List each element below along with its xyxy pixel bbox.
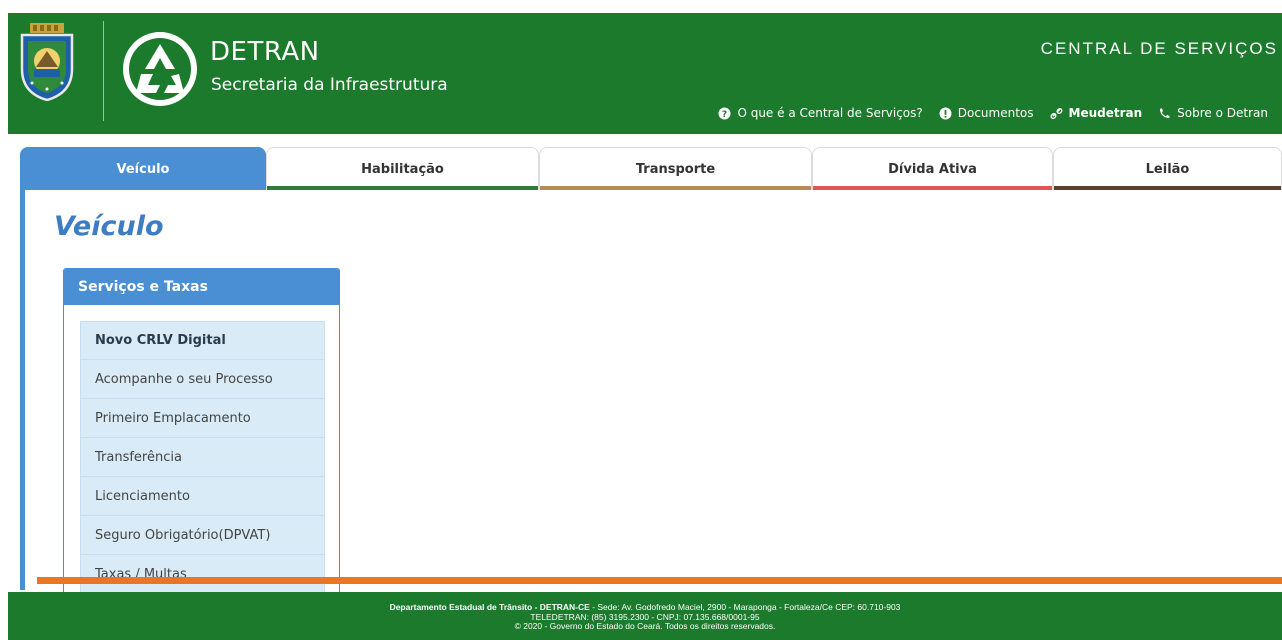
tab-accent-bar: [540, 186, 811, 190]
tab-habilitacao[interactable]: Habilitação: [266, 147, 539, 190]
tab-accent-bar: [1054, 186, 1281, 190]
nav-sobre-detran[interactable]: Sobre o Detran: [1158, 106, 1268, 120]
phone-icon: [1158, 107, 1171, 120]
link-icon: [1050, 107, 1063, 120]
nav-label: Sobre o Detran: [1177, 106, 1268, 120]
menu-item-taxas-multas[interactable]: Taxas / Multas: [80, 555, 325, 594]
nav-documentos[interactable]: Documentos: [939, 106, 1034, 120]
tab-label: Leilão: [1145, 161, 1190, 177]
category-tabs: Veículo Habilitação Transporte Dívida At…: [20, 147, 1282, 190]
nav-meudetran[interactable]: Meudetran: [1050, 106, 1143, 120]
site-header: DETRAN Secretaria da Infraestrutura CENT…: [8, 13, 1282, 134]
page-title: Veículo: [54, 211, 164, 242]
top-nav: ? O que é a Central de Serviços? Documen…: [718, 106, 1268, 120]
tab-veiculo[interactable]: Veículo: [20, 147, 266, 190]
tab-transporte[interactable]: Transporte: [539, 147, 812, 190]
menu-item-seguro-dpvat[interactable]: Seguro Obrigatório(DPVAT): [80, 516, 325, 555]
panel-title: Serviços e Taxas: [64, 269, 339, 305]
tab-divida-ativa[interactable]: Dívida Ativa: [812, 147, 1053, 190]
menu-item-licenciamento[interactable]: Licenciamento: [80, 477, 325, 516]
tab-label: Veículo: [116, 161, 170, 177]
tab-accent-bar: [813, 186, 1052, 190]
tab-label: Habilitação: [361, 161, 444, 177]
detran-logo-icon: [123, 32, 197, 106]
menu-item-novo-crlv-digital[interactable]: Novo CRLV Digital: [80, 321, 325, 360]
content-left-accent: [20, 190, 25, 590]
footer-address: - Sede: Av. Godofredo Maciel, 2900 - Mar…: [589, 602, 901, 612]
tab-leilao[interactable]: Leilão: [1053, 147, 1282, 190]
services-panel: Serviços e Taxas Novo CRLV Digital Acomp…: [63, 268, 340, 598]
nav-label: O que é a Central de Serviços?: [737, 106, 923, 120]
services-menu: Novo CRLV Digital Acompanhe o seu Proces…: [80, 321, 325, 594]
menu-item-primeiro-emplacamento[interactable]: Primeiro Emplacamento: [80, 399, 325, 438]
menu-item-acompanhe-processo[interactable]: Acompanhe o seu Processo: [80, 360, 325, 399]
footer-org-name: Departamento Estadual de Trânsito - DETR…: [389, 602, 590, 612]
svg-text:?: ?: [722, 110, 727, 120]
question-circle-icon: ?: [718, 107, 731, 120]
tab-label: Dívida Ativa: [888, 161, 977, 177]
nav-what-is-central[interactable]: ? O que é a Central de Serviços?: [718, 106, 923, 120]
footer-line-copyright: © 2020 - Governo do Estado do Ceará. Tod…: [514, 621, 776, 631]
brand-title: DETRAN: [210, 37, 320, 67]
footer-orange-stripe: [37, 577, 1282, 584]
tab-accent-bar: [267, 186, 538, 190]
ceara-state-seal-icon: [20, 23, 74, 101]
brand-subtitle: Secretaria da Infraestrutura: [211, 75, 448, 95]
central-servicos-title: CENTRAL DE SERVIÇOS: [1040, 39, 1278, 58]
nav-label: Documentos: [957, 106, 1034, 120]
tab-label: Transporte: [635, 161, 716, 177]
menu-item-transferencia[interactable]: Transferência: [80, 438, 325, 477]
nav-label: Meudetran: [1068, 106, 1143, 120]
site-footer: Departamento Estadual de Trânsito - DETR…: [8, 592, 1282, 640]
header-divider: [103, 21, 104, 121]
info-circle-icon: [939, 107, 952, 120]
